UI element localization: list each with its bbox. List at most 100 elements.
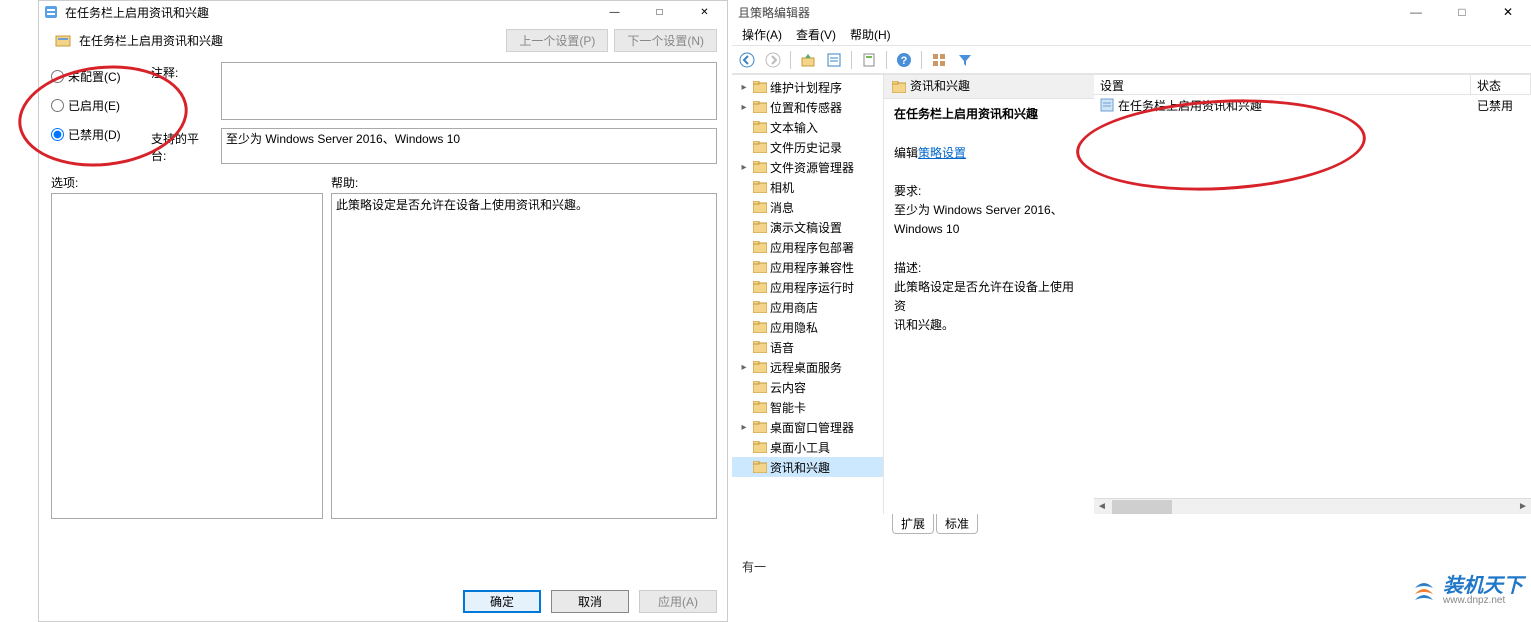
folder-icon — [752, 380, 768, 394]
maximize-button[interactable]: □ — [637, 1, 682, 23]
horizontal-scrollbar[interactable]: ◄ ► — [1094, 498, 1531, 514]
folder-icon — [752, 180, 768, 194]
column-state[interactable]: 状态 — [1471, 75, 1531, 94]
apply-button[interactable]: 应用(A) — [639, 590, 717, 613]
cancel-button[interactable]: 取消 — [551, 590, 629, 613]
expand-icon[interactable]: ▸ — [738, 362, 750, 373]
expand-icon[interactable]: ▸ — [738, 102, 750, 113]
toolbar-all-settings-icon[interactable] — [928, 49, 950, 71]
dialog-subheader: 在任务栏上启用资讯和兴趣 上一个设置(P) 下一个设置(N) — [39, 23, 727, 58]
scroll-left-icon[interactable]: ◄ — [1094, 499, 1110, 515]
tab-standard[interactable]: 标准 — [936, 514, 978, 534]
radio-enabled[interactable]: 已启用(E) — [51, 97, 133, 114]
menu-help[interactable]: 帮助(H) — [846, 24, 895, 45]
folder-icon — [752, 320, 768, 334]
dialog-title: 在任务栏上启用资讯和兴趣 — [65, 4, 209, 21]
dialog-titlebar[interactable]: 在任务栏上启用资讯和兴趣 — □ ✕ — [39, 1, 727, 23]
tree-item[interactable]: 资讯和兴趣 — [732, 457, 883, 477]
expand-icon[interactable]: ▸ — [738, 162, 750, 173]
folder-icon — [752, 160, 768, 174]
tree-item[interactable]: 相机 — [732, 177, 883, 197]
dialog-subtitle: 在任务栏上启用资讯和兴趣 — [79, 32, 223, 49]
radio-not-configured-input[interactable] — [51, 70, 64, 83]
column-headers[interactable]: 设置 状态 — [1094, 75, 1531, 95]
policy-dialog: 在任务栏上启用资讯和兴趣 — □ ✕ 在任务栏上启用资讯和兴趣 上一个设置(P)… — [38, 0, 728, 622]
folder-icon — [752, 340, 768, 354]
toolbar-up-icon[interactable] — [797, 49, 819, 71]
folder-icon — [752, 420, 768, 434]
comment-textarea[interactable] — [221, 62, 717, 120]
tree-item[interactable]: 云内容 — [732, 377, 883, 397]
tree-item[interactable]: ▸远程桌面服务 — [732, 357, 883, 377]
tree-item-label: 文本输入 — [770, 119, 818, 136]
tree-item-label: 文件历史记录 — [770, 139, 842, 156]
tree-item[interactable]: 文件历史记录 — [732, 137, 883, 157]
tree-item[interactable]: 应用程序包部署 — [732, 237, 883, 257]
tree-item[interactable]: ▸文件资源管理器 — [732, 157, 883, 177]
column-setting[interactable]: 设置 — [1094, 75, 1471, 94]
radio-disabled[interactable]: 已禁用(D) — [51, 126, 133, 143]
gpe-minimize-button[interactable]: — — [1393, 0, 1439, 24]
tree-item[interactable]: 演示文稿设置 — [732, 217, 883, 237]
folder-icon — [752, 80, 768, 94]
policy-item-icon — [55, 33, 71, 49]
folder-icon — [752, 460, 768, 474]
tree-item[interactable]: ▸桌面窗口管理器 — [732, 417, 883, 437]
platform-label: 支持的平台: — [151, 128, 213, 164]
policy-icon — [43, 4, 59, 20]
toolbar-properties-icon[interactable] — [858, 49, 880, 71]
menu-view[interactable]: 查看(V) — [792, 24, 840, 45]
tree-item-label: 云内容 — [770, 379, 806, 396]
tree-item-label: 应用程序包部署 — [770, 239, 854, 256]
tree-item[interactable]: ▸ 维护计划程序 — [732, 77, 883, 97]
close-button[interactable]: ✕ — [682, 1, 727, 23]
options-pane[interactable] — [51, 193, 323, 519]
svg-text:?: ? — [901, 55, 908, 67]
tree-item-label: 应用程序兼容性 — [770, 259, 854, 276]
detail-pane-right: 设置 状态 在任务栏上启用资讯和兴趣已禁用 ◄ ► — [1094, 75, 1531, 514]
tab-extended[interactable]: 扩展 — [892, 514, 934, 534]
tree-item[interactable]: 文本输入 — [732, 117, 883, 137]
ok-button[interactable]: 确定 — [463, 590, 541, 613]
state-radio-group: 未配置(C) 已启用(E) 已禁用(D) — [51, 62, 133, 164]
gpe-close-button[interactable]: ✕ — [1485, 0, 1531, 24]
gpe-titlebar[interactable]: 且策略编辑器 — □ ✕ — [732, 0, 1531, 24]
expand-icon[interactable]: ▸ — [738, 422, 750, 433]
folder-icon — [752, 200, 768, 214]
prev-setting-button[interactable]: 上一个设置(P) — [506, 29, 608, 52]
tree-item-label: 维护计划程序 — [770, 79, 842, 96]
folder-icon — [752, 300, 768, 314]
tree-item[interactable]: 应用隐私 — [732, 317, 883, 337]
edit-policy-link[interactable]: 策略设置 — [918, 146, 966, 160]
toolbar-help-icon[interactable]: ? — [893, 49, 915, 71]
toolbar-filter-icon[interactable] — [954, 49, 976, 71]
tree-item[interactable]: ▸位置和传感器 — [732, 97, 883, 117]
tree-item-label: 应用隐私 — [770, 319, 818, 336]
detail-req-text1: 至少为 Windows Server 2016、 — [894, 203, 1063, 217]
tree-item[interactable]: 智能卡 — [732, 397, 883, 417]
radio-not-configured[interactable]: 未配置(C) — [51, 68, 133, 85]
radio-disabled-input[interactable] — [51, 128, 64, 141]
scroll-thumb[interactable] — [1112, 500, 1172, 514]
tree-item[interactable]: 消息 — [732, 197, 883, 217]
menu-action[interactable]: 操作(A) — [738, 24, 786, 45]
radio-enabled-input[interactable] — [51, 99, 64, 112]
gpe-menubar: 操作(A) 查看(V) 帮助(H) — [732, 24, 1531, 46]
next-setting-button[interactable]: 下一个设置(N) — [614, 29, 717, 52]
setting-row[interactable]: 在任务栏上启用资讯和兴趣已禁用 — [1094, 95, 1531, 115]
tree-item[interactable]: 应用商店 — [732, 297, 883, 317]
toolbar-back-icon[interactable] — [736, 49, 758, 71]
radio-enabled-label: 已启用(E) — [68, 97, 120, 114]
scroll-right-icon[interactable]: ► — [1515, 499, 1531, 515]
tree-item[interactable]: 桌面小工具 — [732, 437, 883, 457]
toolbar-forward-icon[interactable] — [762, 49, 784, 71]
toolbar-list-icon[interactable] — [823, 49, 845, 71]
tree-item[interactable]: 语音 — [732, 337, 883, 357]
minimize-button[interactable]: — — [592, 1, 637, 23]
tree-item[interactable]: 应用程序运行时 — [732, 277, 883, 297]
gpe-maximize-button[interactable]: □ — [1439, 0, 1485, 24]
tree-item[interactable]: 应用程序兼容性 — [732, 257, 883, 277]
policy-tree[interactable]: ▸ 维护计划程序▸位置和传感器文本输入文件历史记录▸文件资源管理器相机消息演示文稿… — [732, 75, 884, 514]
expand-icon[interactable]: ▸ — [738, 82, 750, 93]
detail-desc-text2: 讯和兴趣。 — [894, 318, 954, 332]
